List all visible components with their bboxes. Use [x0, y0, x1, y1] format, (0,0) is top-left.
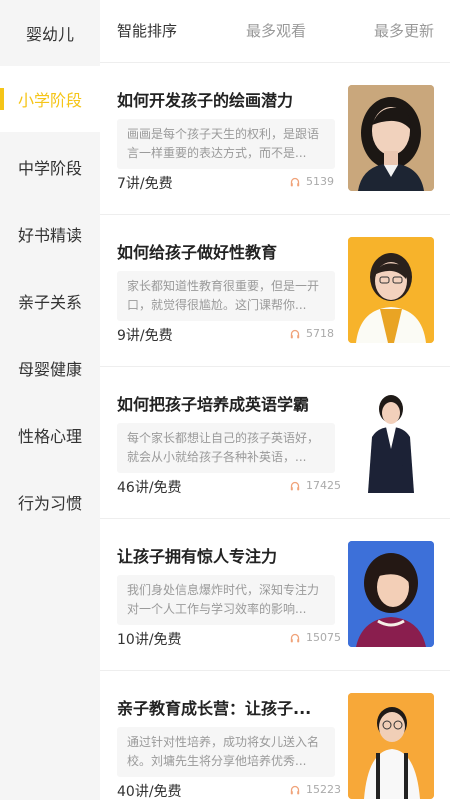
tab-most-updated[interactable]: 最多更新: [374, 20, 434, 41]
course-description: 我们身处信息爆炸时代，深知专注力对一个人工作与学习效率的影响...: [117, 575, 335, 625]
headphones-icon: [290, 177, 300, 186]
sidebar-item-label: 母婴健康: [17, 360, 82, 379]
course-title: 亲子教育成长营：让孩子...: [117, 699, 312, 718]
sidebar-item-label: 性格心理: [17, 427, 82, 446]
course-lessons: 10讲/免费: [117, 632, 182, 648]
portrait-image: [348, 389, 434, 495]
active-indicator: [0, 223, 4, 245]
sidebar-item-personality[interactable]: 性格心理: [0, 402, 100, 468]
active-indicator: [0, 290, 4, 312]
category-sidebar: 婴幼儿 小学阶段 中学阶段 好书精读 亲子关系 母婴健康 性格心理 行为习惯: [0, 0, 100, 800]
course-card[interactable]: 亲子教育成长营：让孩子... 通过针对性培养，成功将女儿送入名校。刘墉先生将分享…: [100, 670, 450, 800]
course-card[interactable]: 如何开发孩子的绘画潜力 画画是每个孩子天生的权利，是跟语言一样重要的表达方式，而…: [100, 62, 450, 214]
play-count-value: 15075: [306, 631, 341, 644]
course-lessons: 46讲/免费: [117, 480, 182, 496]
play-count-value: 17425: [306, 479, 341, 492]
course-card[interactable]: 如何把孩子培养成英语学霸 每个家长都想让自己的孩子英语好，就会从小就给孩子各种补…: [100, 366, 450, 518]
course-thumbnail[interactable]: [348, 237, 434, 343]
course-lessons: 7讲/免费: [117, 176, 173, 192]
portrait-image: [348, 693, 434, 799]
play-count: 15075: [290, 631, 341, 644]
sidebar-item-label: 小学阶段: [17, 91, 82, 110]
course-card[interactable]: 让孩子拥有惊人专注力 我们身处信息爆炸时代，深知专注力对一个人工作与学习效率的影…: [100, 518, 450, 670]
sidebar-item-primary-school[interactable]: 小学阶段: [0, 66, 100, 132]
sidebar-item-label: 中学阶段: [17, 159, 82, 178]
course-list: 如何开发孩子的绘画潜力 画画是每个孩子天生的权利，是跟语言一样重要的表达方式，而…: [100, 62, 450, 800]
active-indicator: [0, 424, 4, 446]
course-title: 让孩子拥有惊人专注力: [117, 547, 278, 566]
portrait-image: [348, 541, 434, 647]
active-indicator: [0, 357, 4, 379]
sidebar-item-label: 婴幼儿: [25, 25, 74, 44]
active-indicator: [0, 22, 4, 44]
course-description: 每个家长都想让自己的孩子英语好，就会从小就给孩子各种补英语，...: [117, 423, 335, 473]
sidebar-item-behavior[interactable]: 行为习惯: [0, 469, 100, 535]
course-card[interactable]: 如何给孩子做好性教育 家长都知道性教育很重要，但是一开口，就觉得很尴尬。这门课帮…: [100, 214, 450, 366]
course-title: 如何把孩子培养成英语学霸: [117, 395, 310, 414]
play-count-value: 5139: [306, 175, 334, 188]
active-indicator: [0, 156, 4, 178]
headphones-icon: [290, 633, 300, 642]
sidebar-item-label: 行为习惯: [17, 494, 82, 513]
course-description: 家长都知道性教育很重要，但是一开口，就觉得很尴尬。这门课帮你...: [117, 271, 335, 321]
sidebar-item-infant[interactable]: 婴幼儿: [0, 0, 100, 66]
sidebar-item-label: 好书精读: [17, 226, 82, 245]
course-thumbnail[interactable]: [348, 85, 434, 191]
course-lessons: 40讲/免费: [117, 784, 182, 800]
portrait-image: [348, 85, 434, 191]
sidebar-item-middle-school[interactable]: 中学阶段: [0, 134, 100, 200]
course-thumbnail[interactable]: [348, 541, 434, 647]
headphones-icon: [290, 329, 300, 338]
play-count: 15223: [290, 783, 341, 796]
sidebar-item-book-reading[interactable]: 好书精读: [0, 201, 100, 267]
active-indicator: [0, 491, 4, 513]
course-thumbnail[interactable]: [348, 693, 434, 799]
course-thumbnail[interactable]: [348, 389, 434, 495]
headphones-icon: [290, 481, 300, 490]
play-count: 5718: [290, 327, 334, 340]
course-description: 通过针对性培养，成功将女儿送入名校。刘墉先生将分享他培养优秀...: [117, 727, 335, 777]
course-title: 如何开发孩子的绘画潜力: [117, 91, 294, 110]
sidebar-item-maternal-health[interactable]: 母婴健康: [0, 335, 100, 401]
course-lessons: 9讲/免费: [117, 328, 173, 344]
tab-smart-sort[interactable]: 智能排序: [117, 20, 177, 41]
play-count-value: 15223: [306, 783, 341, 796]
tab-most-viewed[interactable]: 最多观看: [246, 20, 306, 41]
sort-tabs: 智能排序 最多观看 最多更新: [100, 0, 450, 62]
course-title: 如何给孩子做好性教育: [117, 243, 278, 262]
play-count: 17425: [290, 479, 341, 492]
portrait-image: [348, 237, 434, 343]
sidebar-item-label: 亲子关系: [17, 293, 82, 312]
headphones-icon: [290, 785, 300, 794]
course-description: 画画是每个孩子天生的权利，是跟语言一样重要的表达方式，而不是...: [117, 119, 335, 169]
active-indicator: [0, 88, 4, 110]
play-count: 5139: [290, 175, 334, 188]
sidebar-item-parent-child[interactable]: 亲子关系: [0, 268, 100, 334]
play-count-value: 5718: [306, 327, 334, 340]
